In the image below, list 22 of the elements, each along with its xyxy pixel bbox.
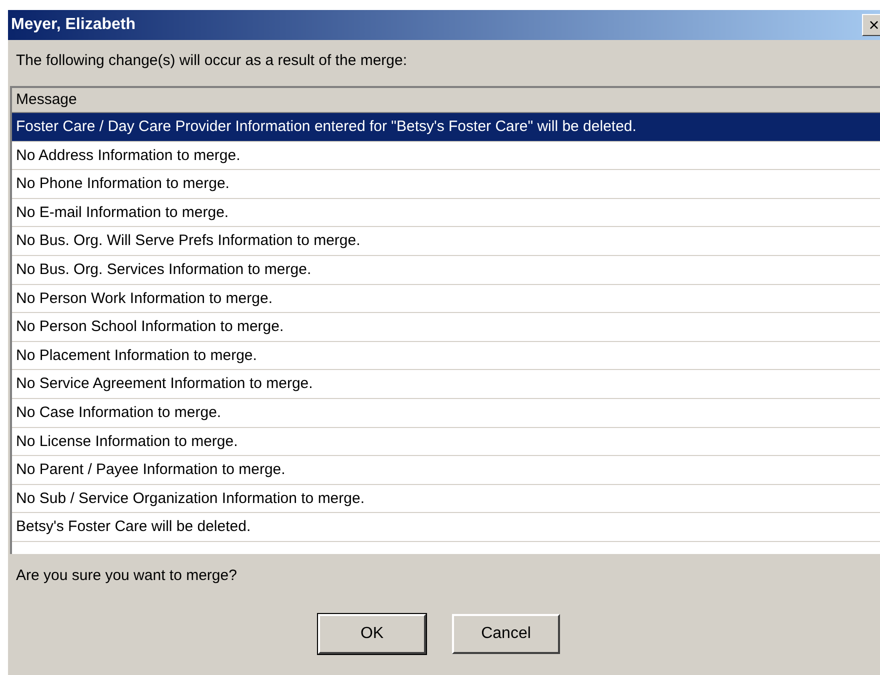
table-row[interactable]: No Person School Information to merge.	[12, 313, 880, 342]
close-button[interactable]: ×	[862, 14, 880, 36]
table-row[interactable]: No Bus. Org. Will Serve Prefs Information to merge.	[12, 227, 880, 256]
table-row[interactable]: No Service Agreement Information to merge.	[12, 370, 880, 399]
table-row[interactable]: No Placement Information to merge.	[12, 342, 880, 370]
window-title: Meyer, Elizabeth	[11, 16, 136, 34]
table-row[interactable]: No Case Information to merge.	[12, 398, 880, 428]
table-row[interactable]: No Phone Information to merge.	[12, 170, 880, 199]
table-row[interactable]: No E-mail Information to merge.	[12, 198, 880, 228]
dialog-button[interactable]: OK	[318, 614, 426, 654]
table-row[interactable]: No Sub / Service Organization Information to merge.	[12, 484, 880, 514]
table-row[interactable]: No Bus. Org. Services Information to merge.	[12, 256, 880, 285]
table-row[interactable]: No License Information to merge.	[12, 428, 880, 456]
intro-text: The following change(s) will occur as a result of the merge:	[15, 51, 408, 71]
table-row[interactable]: Foster Care / Day Care Provider Information entered for "Betsy's Foster Care" will be deleted.	[12, 113, 880, 142]
table-row[interactable]: No Address Information to merge.	[12, 142, 880, 170]
table-row[interactable]: No Person Work Information to merge.	[12, 284, 880, 314]
table-row[interactable]: No Parent / Payee Information to merge.	[12, 456, 880, 485]
column-header[interactable]: Message	[12, 88, 880, 113]
dialog-button[interactable]: Cancel	[452, 614, 560, 654]
question-text: Are you sure you want to merge?	[15, 566, 238, 586]
table-row[interactable]: Betsy's Foster Care will be deleted.	[12, 513, 880, 542]
